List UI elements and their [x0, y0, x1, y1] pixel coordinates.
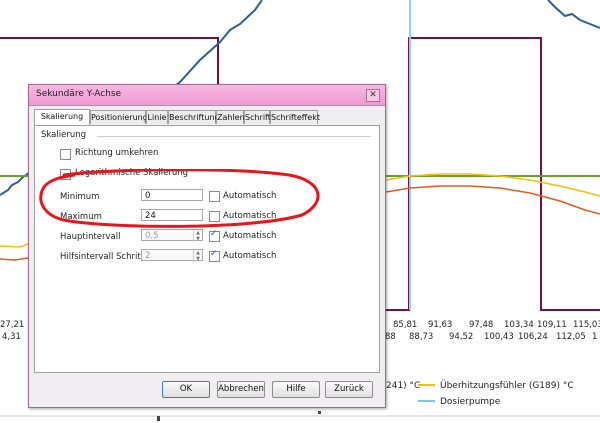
tab-skalierung[interactable]: Skalierung — [34, 109, 90, 125]
minor-interval-label: Hilfsintervall Schritte — [60, 252, 150, 262]
x-tick: 106,24 — [518, 332, 548, 342]
ok-button[interactable]: OK — [162, 381, 210, 398]
legend-partial-label: 241) °C — [386, 381, 420, 391]
x-tick: 27,21 — [0, 320, 24, 330]
tab-zahlen[interactable]: Zahlen — [216, 110, 245, 124]
section-label: Skalierung — [41, 130, 86, 140]
tab-linie[interactable]: Linie — [146, 110, 168, 124]
x-tick: 115,03 — [573, 320, 600, 330]
secondary-y-axis-dialog: Sekundäre Y-Achse ✕ Skalierung Positioni… — [28, 84, 386, 408]
minimum-auto-checkbox[interactable] — [209, 191, 220, 202]
dialog-title: Sekundäre Y-Achse — [36, 89, 122, 99]
series-yellow-line-right — [385, 173, 600, 197]
scroll-mark — [318, 411, 321, 414]
reverse-direction-label: Richtung umkehren — [75, 148, 159, 158]
back-button[interactable]: Zurück — [325, 381, 373, 398]
minor-interval-auto-label: Automatisch — [223, 251, 277, 261]
major-interval-auto-checkbox[interactable] — [209, 229, 220, 242]
major-interval-label: Hauptintervall — [60, 232, 121, 242]
minor-interval-auto-checkbox[interactable] — [209, 249, 220, 262]
minimum-label: Minimum — [60, 192, 100, 202]
x-tick: 94,52 — [449, 332, 473, 342]
cancel-button[interactable]: Abbrechen — [217, 381, 265, 398]
minimum-input[interactable]: 0 — [141, 189, 203, 201]
x-tick: 88,73 — [409, 332, 433, 342]
maximum-auto-label: Automatisch — [223, 211, 277, 221]
x-tick: 103,34 — [504, 320, 534, 330]
minimum-auto-label: Automatisch — [223, 191, 277, 201]
x-tick: 112,05 — [556, 332, 586, 342]
log-scale-label: Logarithmische Skalierung — [75, 168, 189, 178]
x-tick: 1 — [592, 332, 597, 342]
minor-interval-input[interactable]: 2 ▲ ▼ — [141, 249, 203, 262]
series-blue-line-right — [547, 0, 600, 29]
major-interval-auto-label: Automatisch — [223, 231, 277, 241]
major-interval-value: 0,5 — [145, 231, 159, 241]
series-orange-line-right — [385, 185, 600, 215]
legend-label-yellow: Überhitzungsfühler (G189) °C — [440, 380, 574, 391]
x-tick: 85,81 — [393, 320, 417, 330]
series-yellow-line — [0, 243, 29, 248]
series-orange-line — [0, 257, 29, 261]
scaling-panel: Skalierung Richtung umkehren Logarithmis… — [34, 125, 380, 373]
x-tick: 4,31 — [2, 332, 21, 342]
log-scale-checkbox[interactable] — [60, 169, 71, 180]
maximum-auto-checkbox[interactable] — [209, 211, 220, 222]
x-tick: 109,11 — [537, 320, 567, 330]
x-tick: 97,48 — [469, 320, 493, 330]
maximum-input[interactable]: 24 — [141, 209, 203, 221]
major-interval-spinner[interactable]: ▲ ▼ — [193, 230, 202, 242]
help-button[interactable]: Hilfe — [272, 381, 320, 398]
reverse-direction-checkbox[interactable] — [60, 149, 71, 160]
tab-positionierung[interactable]: Positionierung — [90, 110, 148, 124]
section-divider — [97, 136, 371, 137]
close-button[interactable]: ✕ — [366, 89, 380, 102]
maximum-label: Maximum — [60, 212, 102, 222]
minor-interval-value: 2 — [145, 251, 151, 261]
major-interval-input[interactable]: 0,5 ▲ ▼ — [141, 229, 203, 242]
dialog-button-row: OK Abbrechen Hilfe Zurück — [29, 381, 385, 399]
tab-beschriftung[interactable]: Beschriftung — [168, 110, 220, 124]
tab-schrift[interactable]: Schrift — [244, 110, 271, 124]
minor-interval-spinner[interactable]: ▲ ▼ — [193, 250, 202, 262]
dialog-titlebar[interactable]: Sekundäre Y-Achse ✕ — [29, 85, 385, 106]
x-tick: 100,43 — [484, 332, 514, 342]
x-tick: 88 — [385, 332, 396, 342]
tab-schrifteffekt[interactable]: Schrifteffekt — [270, 110, 320, 124]
x-tick: 91,63 — [428, 320, 452, 330]
scroll-mark — [157, 416, 160, 421]
legend-label-lightblue: Dosierpumpe — [440, 397, 501, 407]
